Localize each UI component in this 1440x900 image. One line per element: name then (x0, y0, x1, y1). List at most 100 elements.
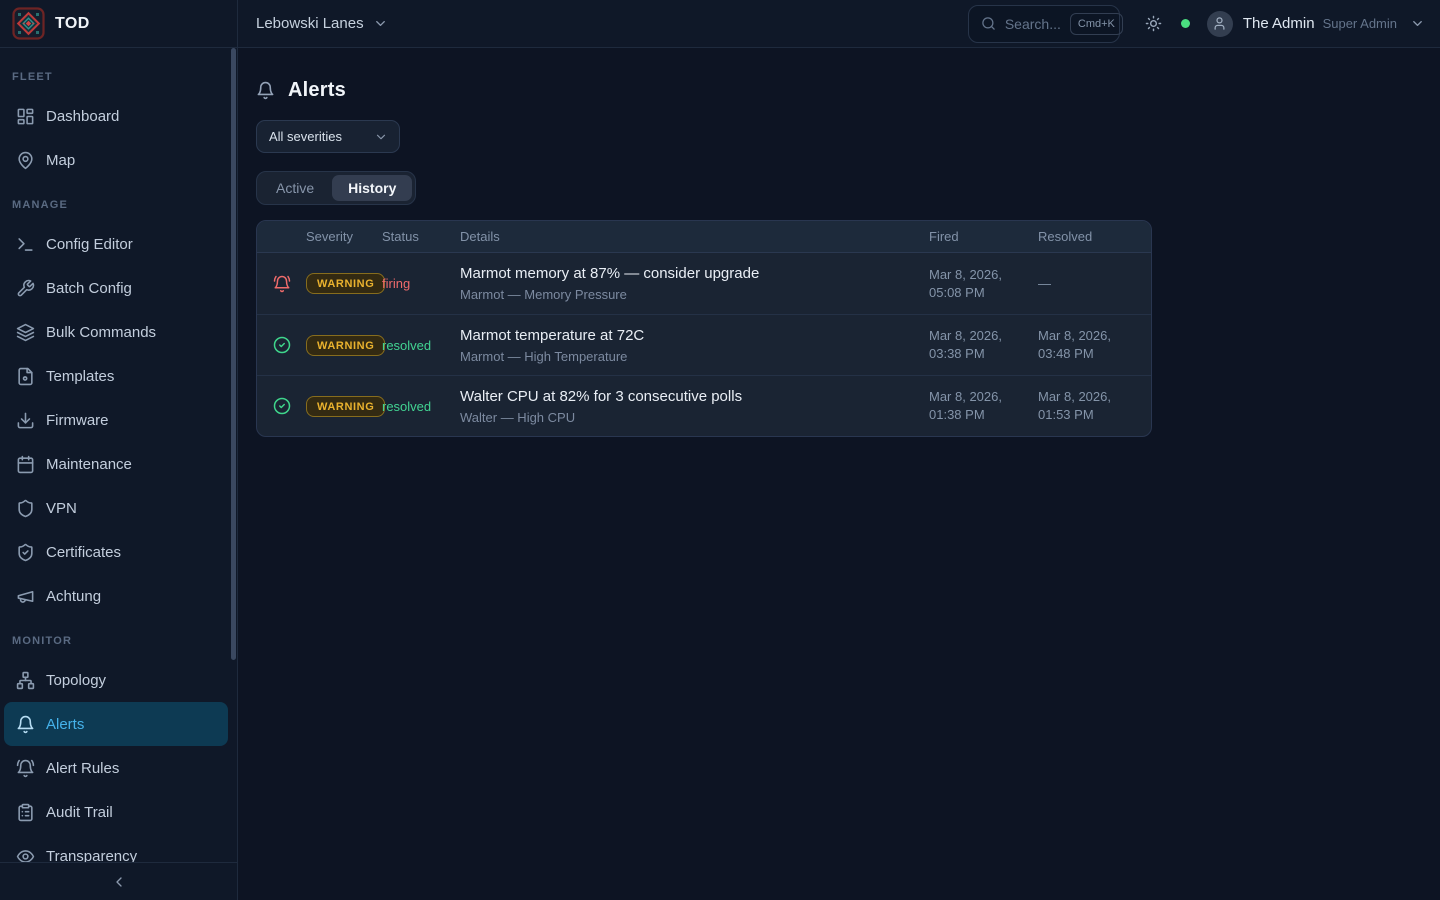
sidebar-item-label: Alerts (46, 716, 84, 733)
search-placeholder: Search... (1005, 16, 1061, 32)
alert-row[interactable]: WARNINGresolvedWalter CPU at 82% for 3 c… (257, 375, 1151, 436)
severity-filter-select[interactable]: All severities (256, 120, 400, 153)
column-header-details: Details (460, 229, 929, 244)
org-switcher[interactable]: Lebowski Lanes (256, 15, 388, 32)
check-circle-icon (273, 336, 291, 354)
severity-badge: WARNING (306, 396, 385, 417)
sidebar: TOD FleetDashboardMapManageConfig Editor… (0, 0, 238, 900)
details-cell: Marmot temperature at 72C Marmot — High T… (460, 327, 929, 364)
sidebar-section-label-manage: Manage (0, 182, 237, 222)
sidebar-item-dashboard[interactable]: Dashboard (4, 94, 228, 138)
status-cell: firing (382, 276, 460, 291)
sidebar-item-templates[interactable]: Templates (4, 354, 228, 398)
sidebar-item-label: Firmware (46, 412, 109, 429)
alert-row[interactable]: WARNINGresolvedMarmot temperature at 72C… (257, 314, 1151, 375)
sidebar-item-alert-rules[interactable]: Alert Rules (4, 746, 228, 790)
alert-title: Marmot temperature at 72C (460, 327, 929, 344)
alerts-table-body: WARNINGfiringMarmot memory at 87% — cons… (257, 253, 1151, 436)
sidebar-item-label: Transparency (46, 848, 137, 863)
shield-icon (16, 499, 35, 518)
sidebar-scrollbar[interactable] (231, 48, 236, 660)
sidebar-collapse-button[interactable] (0, 862, 237, 900)
wrench-icon (16, 279, 35, 298)
status-cell: resolved (382, 399, 460, 414)
column-header-resolved: Resolved (1038, 229, 1135, 244)
resolved-cell: Mar 8, 2026, 03:48 PM (1038, 327, 1135, 362)
sidebar-item-label: Alert Rules (46, 760, 119, 777)
dashboard-icon (16, 107, 35, 126)
user-role-badge: Super Admin (1323, 16, 1397, 31)
sidebar-item-batch-config[interactable]: Batch Config (4, 266, 228, 310)
sidebar-item-alerts[interactable]: Alerts (4, 702, 228, 746)
sidebar-item-transparency[interactable]: Transparency (4, 834, 228, 862)
severity-cell: WARNING (306, 335, 382, 356)
bell-ring-icon (16, 759, 35, 778)
status-cell: resolved (382, 338, 460, 353)
sidebar-item-label: Map (46, 152, 75, 169)
sidebar-item-label: Maintenance (46, 456, 132, 473)
severity-cell: WARNING (306, 273, 382, 294)
file-icon (16, 367, 35, 386)
sidebar-item-achtung[interactable]: Achtung (4, 574, 228, 618)
alerts-view-tabs: ActiveHistory (256, 171, 416, 205)
sidebar-item-bulk-commands[interactable]: Bulk Commands (4, 310, 228, 354)
alert-subtitle: Marmot — High Temperature (460, 349, 929, 364)
topbar-right: Search... Cmd+K The Admin Super Admin (968, 5, 1425, 43)
sidebar-item-maintenance[interactable]: Maintenance (4, 442, 228, 486)
search-icon (981, 16, 996, 31)
main-column: Lebowski Lanes Search... Cmd+K The Admin… (238, 0, 1440, 900)
sidebar-header: TOD (0, 0, 237, 48)
alert-title: Marmot memory at 87% — consider upgrade (460, 265, 929, 282)
app-root: TOD FleetDashboardMapManageConfig Editor… (0, 0, 1440, 900)
fired-cell: Mar 8, 2026, 05:08 PM (929, 266, 1038, 301)
sidebar-item-audit-trail[interactable]: Audit Trail (4, 790, 228, 834)
check-circle-icon (273, 397, 291, 415)
sidebar-item-topology[interactable]: Topology (4, 658, 228, 702)
app-logo-icon (12, 7, 45, 40)
tab-history[interactable]: History (332, 175, 412, 201)
column-header-status: Status (382, 229, 460, 244)
user-icon (1212, 16, 1227, 31)
eye-icon (16, 847, 35, 863)
page-header: Alerts (256, 76, 1422, 104)
sidebar-item-certificates[interactable]: Certificates (4, 530, 228, 574)
sidebar-item-label: Dashboard (46, 108, 119, 125)
app-title: TOD (55, 15, 90, 33)
tab-active[interactable]: Active (260, 175, 330, 201)
megaphone-icon (16, 587, 35, 606)
chevron-down-icon (373, 16, 388, 31)
user-menu-chevron-icon[interactable] (1410, 16, 1425, 31)
topbar: Lebowski Lanes Search... Cmd+K The Admin… (238, 0, 1440, 48)
alert-subtitle: Marmot — Memory Pressure (460, 287, 929, 302)
column-header-severity: Severity (306, 229, 382, 244)
calendar-icon (16, 455, 35, 474)
alert-row[interactable]: WARNINGfiringMarmot memory at 87% — cons… (257, 253, 1151, 314)
page-title: Alerts (288, 79, 346, 102)
layers-icon (16, 323, 35, 342)
sidebar-item-vpn[interactable]: VPN (4, 486, 228, 530)
sidebar-item-firmware[interactable]: Firmware (4, 398, 228, 442)
details-cell: Walter CPU at 82% for 3 consecutive poll… (460, 388, 929, 425)
alerts-page: Alerts All severities ActiveHistory Seve… (238, 48, 1440, 900)
column-header-fired: Fired (929, 229, 1038, 244)
alert-title: Walter CPU at 82% for 3 consecutive poll… (460, 388, 929, 405)
avatar[interactable] (1207, 11, 1233, 37)
sidebar-item-map[interactable]: Map (4, 138, 228, 182)
theme-toggle-sun-icon[interactable] (1145, 15, 1162, 32)
fired-cell: Mar 8, 2026, 03:38 PM (929, 327, 1038, 362)
resolved-cell: — (1038, 275, 1135, 293)
alerts-table-header: SeverityStatusDetailsFiredResolved (257, 221, 1151, 253)
sidebar-item-label: Config Editor (46, 236, 133, 253)
topology-icon (16, 671, 35, 690)
map-pin-icon (16, 151, 35, 170)
sidebar-item-label: Certificates (46, 544, 121, 561)
sidebar-item-config-editor[interactable]: Config Editor (4, 222, 228, 266)
download-icon (16, 411, 35, 430)
resolved-cell: Mar 8, 2026, 01:53 PM (1038, 388, 1135, 423)
sidebar-item-label: Achtung (46, 588, 101, 605)
user-name: The Admin (1243, 15, 1315, 32)
bell-icon (16, 715, 35, 734)
status-dot (1181, 19, 1190, 28)
search-input[interactable]: Search... Cmd+K (968, 5, 1120, 43)
sidebar-nav: FleetDashboardMapManageConfig EditorBatc… (0, 48, 237, 862)
